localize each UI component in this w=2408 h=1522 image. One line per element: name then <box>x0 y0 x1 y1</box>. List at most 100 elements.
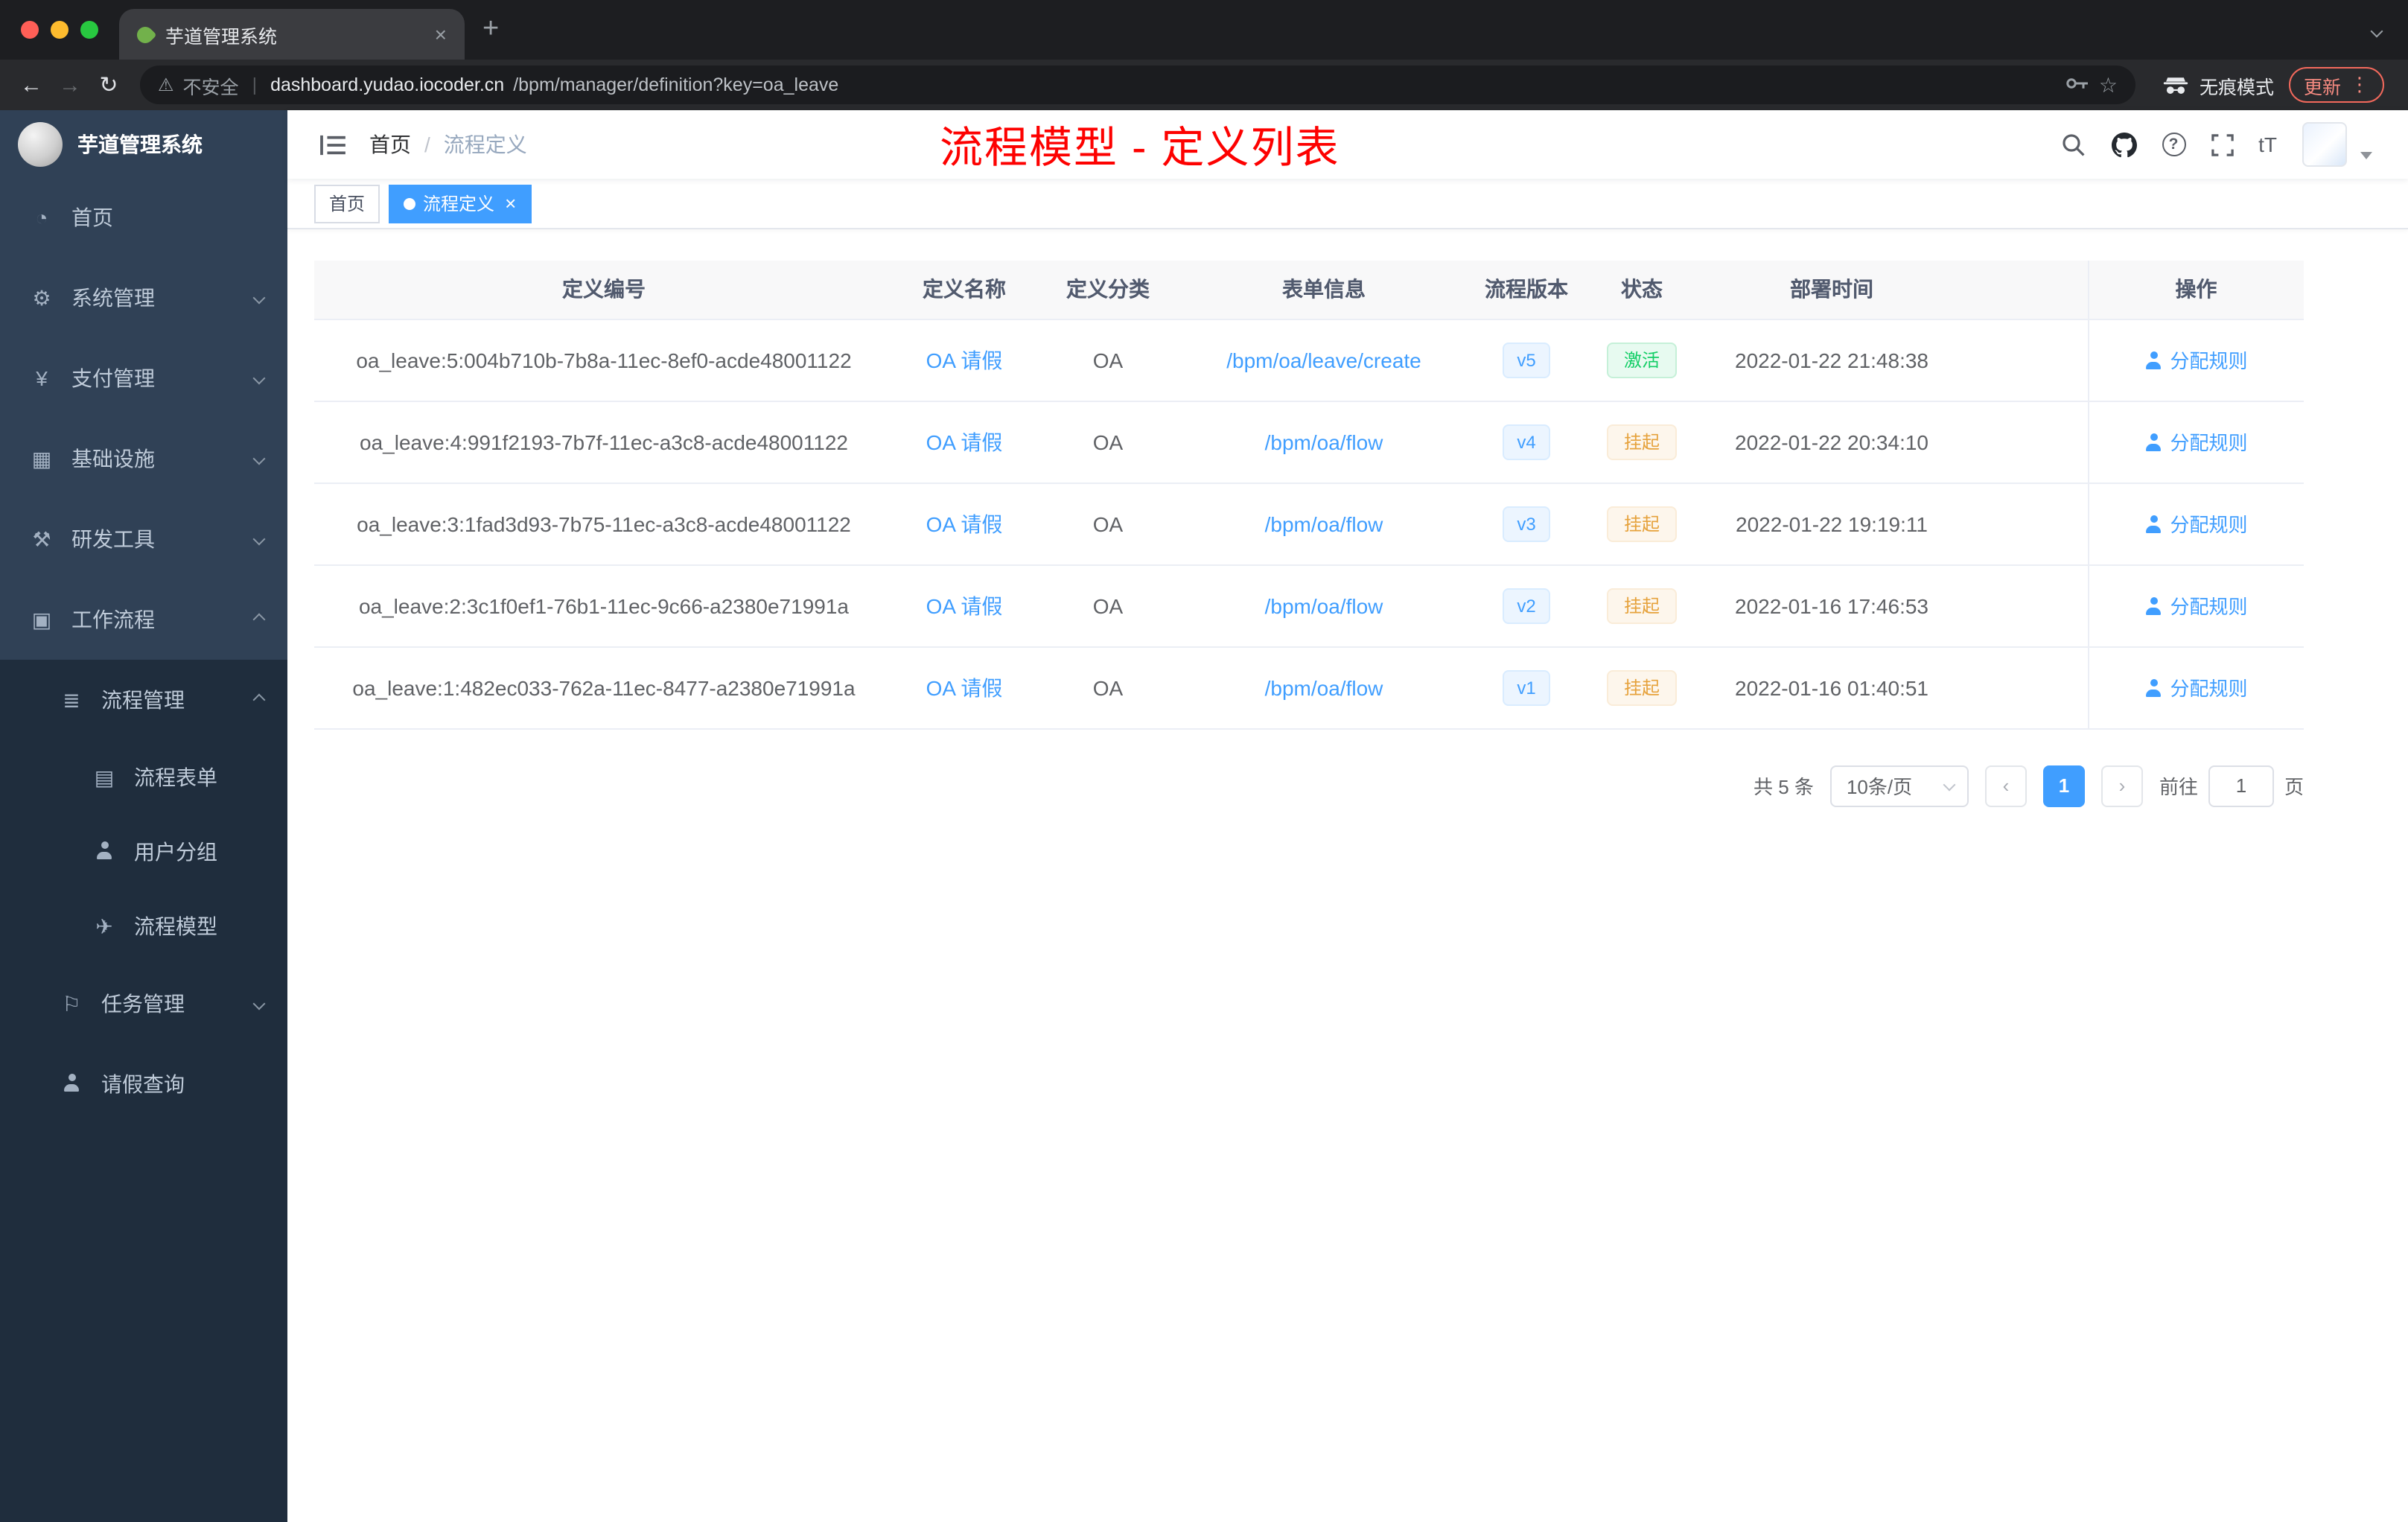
cell-actions: 分配规则 <box>2087 401 2304 483</box>
cell-process-version: v3 <box>1467 483 1586 565</box>
sidebar-item-label: 支付管理 <box>71 366 155 390</box>
browser-update-button[interactable]: 更新 ⋮ <box>2288 67 2384 103</box>
sidebar-item-process-management[interactable]: ≣ 流程管理 <box>0 660 287 740</box>
tab-search-chevron[interactable] <box>2370 16 2408 43</box>
sidebar-item-user-group[interactable]: 用户分组 <box>0 815 287 889</box>
form-info-link[interactable]: /bpm/oa/flow <box>1265 593 1383 617</box>
cell-deploy-time: 2022-01-22 21:48:38 <box>1698 319 1966 401</box>
chevron-down-icon <box>252 997 266 1010</box>
user-avatar[interactable] <box>2302 122 2347 167</box>
fullscreen-icon[interactable] <box>2211 133 2233 156</box>
sidebar-item-process-form[interactable]: ▤ 流程表单 <box>0 740 287 815</box>
yen-icon: ¥ <box>36 366 48 390</box>
app-logo[interactable]: 芋道管理系统 <box>0 110 287 177</box>
assign-rule-link[interactable]: 分配规则 <box>2144 673 2248 701</box>
bookmark-star-icon[interactable]: ☆ <box>2099 72 2118 98</box>
definition-name-link[interactable]: OA 请假 <box>926 512 1003 535</box>
person-icon <box>2144 515 2162 532</box>
sidebar-item-infrastructure[interactable]: ▦ 基础设施 <box>0 418 287 499</box>
sidebar-item-label: 用户分组 <box>134 840 217 864</box>
prev-page-button[interactable]: ‹ <box>1984 765 2027 806</box>
github-icon[interactable] <box>2111 132 2137 157</box>
browser-tab[interactable]: 芋道管理系统 × <box>119 9 465 60</box>
sidebar-item-workflow[interactable]: ▣ 工作流程 <box>0 579 287 660</box>
password-key-icon[interactable] <box>2066 74 2090 95</box>
address-bar[interactable]: ⚠ 不安全 | dashboard.yudao.iocoder.cn/bpm/m… <box>140 66 2135 104</box>
cell-definition-name: OA 请假 <box>894 564 1035 647</box>
chevron-down-icon <box>252 372 266 385</box>
page-size-select[interactable]: 10条/页 <box>1829 765 1969 806</box>
reload-button[interactable]: ↻ <box>89 71 128 98</box>
security-label[interactable]: 不安全 <box>183 71 239 99</box>
form-info-link[interactable]: /bpm/oa/flow <box>1265 675 1383 699</box>
new-tab-button[interactable]: + <box>465 13 517 46</box>
sidebar-item-label: 流程模型 <box>134 914 217 938</box>
sidebar-item-payment[interactable]: ¥ 支付管理 <box>0 338 287 418</box>
close-window-button[interactable] <box>21 21 39 39</box>
flag-icon: ⚐ <box>62 991 81 1015</box>
incognito-icon <box>2163 77 2188 93</box>
search-icon[interactable] <box>2060 132 2086 157</box>
definition-name-link[interactable]: OA 请假 <box>926 675 1003 699</box>
cell-spacer <box>1966 646 2088 729</box>
breadcrumb-separator: / <box>424 133 430 156</box>
assign-rule-link[interactable]: 分配规则 <box>2144 591 2248 620</box>
cell-form-info: /bpm/oa/flow <box>1181 401 1467 483</box>
definition-name-link[interactable]: OA 请假 <box>926 593 1003 617</box>
definition-name-link[interactable]: OA 请假 <box>926 430 1003 453</box>
column-header-form: 表单信息 <box>1181 261 1467 319</box>
assign-rule-link[interactable]: 分配规则 <box>2144 427 2248 456</box>
font-size-icon[interactable]: tT <box>2258 133 2277 156</box>
back-button[interactable]: ← <box>12 72 51 98</box>
sidebar-item-leave-query[interactable]: 请假查询 <box>0 1044 287 1124</box>
page-number-1[interactable]: 1 <box>2042 765 2085 806</box>
sidebar-item-system[interactable]: ⚙ 系统管理 <box>0 258 287 338</box>
form-info-link[interactable]: /bpm/oa/flow <box>1265 512 1383 535</box>
form-info-link[interactable]: /bpm/oa/flow <box>1265 430 1383 453</box>
goto-page-input[interactable] <box>2208 765 2274 806</box>
tab-close-icon[interactable]: × <box>435 24 447 45</box>
cell-form-info: /bpm/oa/flow <box>1181 483 1467 565</box>
definition-name-link[interactable]: OA 请假 <box>926 348 1003 372</box>
tag-active-dot <box>404 197 416 209</box>
column-header-deploy-time: 部署时间 <box>1698 261 1966 319</box>
chevron-down-icon <box>1943 777 1956 791</box>
list-icon: ≣ <box>63 687 80 711</box>
cell-deploy-time: 2022-01-22 19:19:11 <box>1698 483 1966 565</box>
assign-rule-link[interactable]: 分配规则 <box>2144 509 2248 538</box>
column-header-actions: 操作 <box>2087 261 2304 319</box>
tag-home[interactable]: 首页 <box>314 184 380 223</box>
sidebar-item-task-management[interactable]: ⚐ 任务管理 <box>0 964 287 1044</box>
sidebar-item-process-model[interactable]: ✈ 流程模型 <box>0 889 287 964</box>
sidebar-item-home[interactable]: ◔ 首页 <box>0 177 287 258</box>
goto-label: 前往 <box>2159 776 2198 798</box>
column-header-id: 定义编号 <box>314 261 894 319</box>
forward-button[interactable]: → <box>51 72 89 98</box>
column-header-spacer <box>1966 261 2088 319</box>
cell-actions: 分配规则 <box>2087 646 2304 729</box>
assign-rule-link[interactable]: 分配规则 <box>2144 346 2248 374</box>
tag-close-icon[interactable]: × <box>505 194 516 213</box>
breadcrumb-home[interactable]: 首页 <box>369 130 411 159</box>
tag-process-definition[interactable]: 流程定义 × <box>389 184 532 223</box>
security-warning-icon[interactable]: ⚠ <box>158 74 174 95</box>
incognito-badge: 无痕模式 <box>2147 71 2289 99</box>
version-tag: v2 <box>1502 588 1551 623</box>
person-icon <box>2144 596 2162 614</box>
help-icon[interactable]: ? <box>2162 133 2186 156</box>
cell-definition-category: OA <box>1035 564 1181 647</box>
version-tag: v5 <box>1502 342 1551 378</box>
infrastructure-icon: ▦ <box>31 446 52 470</box>
pagination-total: 共 5 条 <box>1754 776 1814 798</box>
person-icon <box>2144 678 2162 696</box>
form-info-link[interactable]: /bpm/oa/leave/create <box>1226 348 1421 372</box>
browser-menu-kebab-icon[interactable]: ⋮ <box>2350 73 2369 97</box>
maximize-window-button[interactable] <box>80 21 98 39</box>
minimize-window-button[interactable] <box>51 21 69 39</box>
incognito-label: 无痕模式 <box>2199 77 2274 98</box>
next-page-button[interactable]: › <box>2100 765 2143 806</box>
sidebar-item-dev-tools[interactable]: ⚒ 研发工具 <box>0 499 287 579</box>
sidebar-toggle-icon[interactable] <box>308 133 357 156</box>
avatar-dropdown-caret[interactable] <box>2360 152 2372 159</box>
cell-actions: 分配规则 <box>2087 319 2304 401</box>
